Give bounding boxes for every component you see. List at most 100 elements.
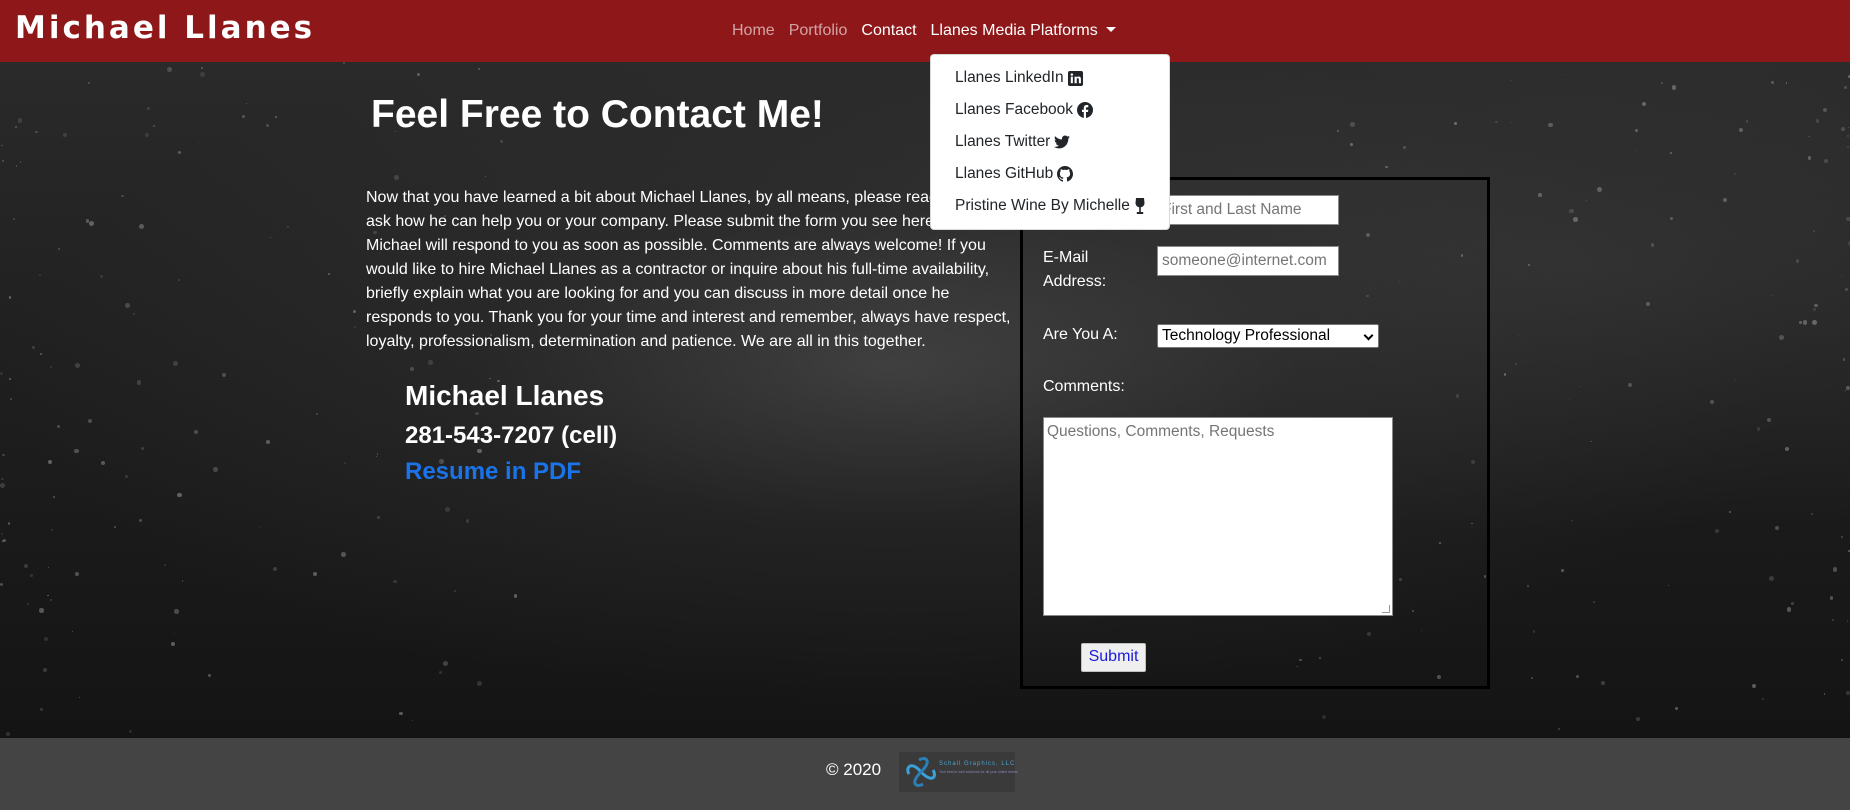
paint-speck <box>121 194 124 197</box>
paint-speck <box>146 106 150 110</box>
paint-speck <box>1402 145 1406 149</box>
email-label: E-Mail Address: <box>1043 249 1107 290</box>
paint-speck <box>445 507 450 513</box>
type-select-value: Technology Professional <box>1162 327 1331 344</box>
paint-speck <box>343 461 346 464</box>
paint-speck <box>42 667 47 673</box>
paint-speck <box>1814 303 1818 308</box>
paint-speck <box>1710 399 1715 404</box>
paint-speck <box>1845 691 1850 696</box>
paint-speck <box>1785 447 1790 452</box>
site-brand[interactable]: Michael Llanes <box>15 10 315 46</box>
paint-speck <box>0 482 5 488</box>
type-select[interactable]: Technology Professional <box>1157 324 1379 348</box>
paint-speck <box>1813 308 1817 312</box>
paint-speck <box>1822 108 1827 113</box>
paint-speck <box>465 519 469 523</box>
paint-speck <box>1642 102 1647 107</box>
paint-speck <box>1634 149 1636 151</box>
dropdown-item-linkedin[interactable]: Llanes LinkedIn <box>931 62 1169 94</box>
paint-speck <box>1770 294 1773 297</box>
paint-speck <box>1832 567 1837 572</box>
paint-speck <box>1569 208 1574 213</box>
paint-speck <box>485 176 487 178</box>
dropdown-item-github[interactable]: Llanes GitHub <box>931 158 1169 190</box>
paint-speck <box>1824 158 1829 163</box>
paint-speck <box>1848 126 1850 128</box>
paint-speck <box>199 71 205 77</box>
paint-speck <box>1650 243 1655 247</box>
paint-speck <box>173 360 178 366</box>
paint-speck <box>1846 134 1850 137</box>
comments-textarea[interactable]: Questions, Comments, Requests <box>1043 417 1393 616</box>
paint-speck <box>316 413 318 415</box>
paint-speck <box>56 425 61 429</box>
paint-speck <box>174 609 179 614</box>
paint-speck <box>1767 418 1772 423</box>
paint-speck <box>272 566 278 572</box>
paint-speck <box>178 151 182 155</box>
logo-company-name: Schall Graphics, LLC <box>939 761 1016 767</box>
paint-speck <box>1739 128 1744 132</box>
paint-speck <box>1580 386 1582 388</box>
paint-speck <box>38 273 41 276</box>
paint-speck <box>74 449 79 454</box>
paint-speck <box>1771 80 1775 85</box>
paint-speck <box>1674 706 1678 710</box>
paint-speck <box>1847 146 1850 148</box>
paint-speck <box>1846 386 1850 390</box>
paint-speck <box>328 272 331 275</box>
paint-speck <box>1385 165 1388 169</box>
paint-speck <box>1831 618 1835 622</box>
nav-portfolio[interactable]: Portfolio <box>789 22 848 40</box>
paint-speck <box>124 475 128 479</box>
paint-speck <box>197 141 200 143</box>
paint-speck <box>341 552 346 557</box>
nav-contact[interactable]: Contact <box>861 22 916 40</box>
paint-speck <box>1 478 4 481</box>
logo-tagline: Your best in web solutions for all your … <box>939 770 1018 774</box>
paint-speck <box>377 516 381 520</box>
paint-speck <box>409 366 414 372</box>
paint-speck <box>1841 126 1846 131</box>
paint-speck <box>376 453 379 455</box>
email-input[interactable]: someone@internet.com <box>1157 246 1339 276</box>
paint-speck <box>12 217 16 221</box>
paint-speck <box>1349 122 1355 128</box>
resize-handle-icon[interactable] <box>1382 605 1390 613</box>
paint-speck <box>1808 135 1810 138</box>
paint-speck <box>1628 382 1633 388</box>
paint-speck <box>1671 84 1677 90</box>
paint-speck <box>1778 334 1784 340</box>
nav-media-dropdown-toggle[interactable]: Llanes Media Platforms <box>931 22 1116 40</box>
name-input[interactable]: First and Last Name <box>1157 195 1339 225</box>
contact-phone: 281-543-7207 (cell) <box>405 422 618 449</box>
paint-speck <box>39 608 44 613</box>
dropdown-item-pristine-wine[interactable]: Pristine Wine By Michelle <box>931 190 1169 222</box>
paint-speck <box>1816 119 1820 123</box>
company-logo[interactable]: Schall Graphics, LLC Your best in web so… <box>899 752 1018 792</box>
paint-speck <box>1571 519 1573 522</box>
paint-speck <box>17 118 23 123</box>
paint-speck <box>411 719 414 721</box>
paint-speck <box>500 140 504 144</box>
paint-speck <box>52 495 55 499</box>
paint-speck <box>129 729 133 733</box>
paint-speck <box>49 366 52 369</box>
caret-down-icon <box>1105 27 1116 32</box>
paint-speck <box>47 594 49 597</box>
paint-speck <box>194 430 198 434</box>
resume-pdf-link[interactable]: Resume in PDF <box>405 458 581 486</box>
dropdown-item-twitter[interactable]: Llanes Twitter <box>931 126 1169 158</box>
submit-button[interactable]: Submit <box>1081 643 1146 672</box>
paint-speck <box>1561 569 1564 572</box>
paint-speck <box>312 571 318 577</box>
paint-speck <box>1841 275 1843 277</box>
paint-speck <box>3 539 7 543</box>
paint-speck <box>1569 399 1571 401</box>
nav-home[interactable]: Home <box>732 22 775 40</box>
paint-speck <box>1734 173 1736 175</box>
paint-speck <box>1634 128 1638 133</box>
paint-speck <box>181 580 184 582</box>
dropdown-item-facebook[interactable]: Llanes Facebook <box>931 94 1169 126</box>
